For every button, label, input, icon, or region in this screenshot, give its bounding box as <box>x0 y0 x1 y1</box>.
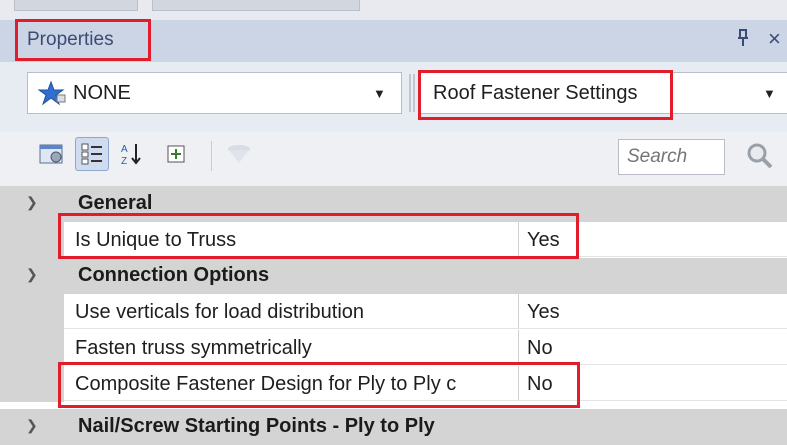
svg-text:A: A <box>121 144 128 155</box>
category-nail-screw-starting-points[interactable]: ❯ Nail/Screw Starting Points - Ply to Pl… <box>0 409 787 445</box>
document-tab[interactable] <box>14 0 138 11</box>
object-selector-value: NONE <box>73 82 131 104</box>
row-gutter <box>0 294 64 330</box>
property-name: Fasten truss symmetrically <box>64 330 519 365</box>
chevron-down-icon[interactable]: ❯ <box>26 194 38 211</box>
property-value[interactable]: No <box>519 366 787 401</box>
property-value[interactable]: No <box>519 330 787 365</box>
svg-text:Z: Z <box>121 156 127 167</box>
categorized-icon[interactable] <box>75 137 109 171</box>
row-gutter <box>0 330 64 366</box>
panel-title: Properties <box>27 29 114 50</box>
category-general[interactable]: ❯ General <box>0 186 787 222</box>
sort-alphabetical-icon[interactable]: AZ <box>115 137 149 171</box>
properties-title-bar <box>0 20 787 62</box>
toolbar-separator <box>211 141 212 171</box>
row-gutter <box>0 366 64 402</box>
star-icon <box>37 80 68 111</box>
property-row[interactable]: Use verticals for load distribution Yes <box>0 294 787 330</box>
splitter-grip[interactable] <box>409 74 415 112</box>
property-value[interactable]: Yes <box>519 294 787 329</box>
search-icon[interactable] <box>745 141 775 177</box>
property-row[interactable]: Fasten truss symmetrically No <box>0 330 787 366</box>
close-icon[interactable]: × <box>768 26 781 52</box>
property-name: Use verticals for load distribution <box>64 294 519 329</box>
chevron-down-icon[interactable]: ▼ <box>763 86 776 101</box>
category-label: Nail/Screw Starting Points - Ply to Ply <box>78 415 435 437</box>
property-pages-icon[interactable] <box>35 137 69 171</box>
chevron-down-icon[interactable]: ▼ <box>373 86 386 101</box>
pin-icon[interactable] <box>736 29 750 52</box>
category-connection-options[interactable]: ❯ Connection Options <box>0 258 787 294</box>
property-name: Composite Fastener Design for Ply to Ply… <box>64 366 519 401</box>
chevron-down-icon[interactable]: ❯ <box>26 417 38 434</box>
object-selector[interactable]: NONE ▼ <box>27 72 402 114</box>
filter-icon[interactable] <box>222 137 256 171</box>
search-input[interactable] <box>618 139 725 175</box>
category-label: Connection Options <box>78 264 270 286</box>
document-tab[interactable] <box>152 0 360 11</box>
property-name: Is Unique to Truss <box>64 222 519 257</box>
property-value[interactable]: Yes <box>519 222 787 257</box>
property-grid: ❯ General Is Unique to Truss Yes ❯ Conne… <box>0 186 787 445</box>
settings-selector[interactable]: Roof Fastener Settings ▼ <box>420 72 787 114</box>
row-gutter <box>0 222 64 258</box>
chevron-down-icon[interactable]: ❯ <box>26 266 38 283</box>
category-label: General <box>78 192 153 214</box>
settings-selector-value: Roof Fastener Settings <box>433 82 638 104</box>
property-pages-toggle-icon[interactable] <box>159 137 193 171</box>
property-row[interactable]: Is Unique to Truss Yes <box>0 222 787 258</box>
property-row[interactable]: Composite Fastener Design for Ply to Ply… <box>0 366 787 402</box>
